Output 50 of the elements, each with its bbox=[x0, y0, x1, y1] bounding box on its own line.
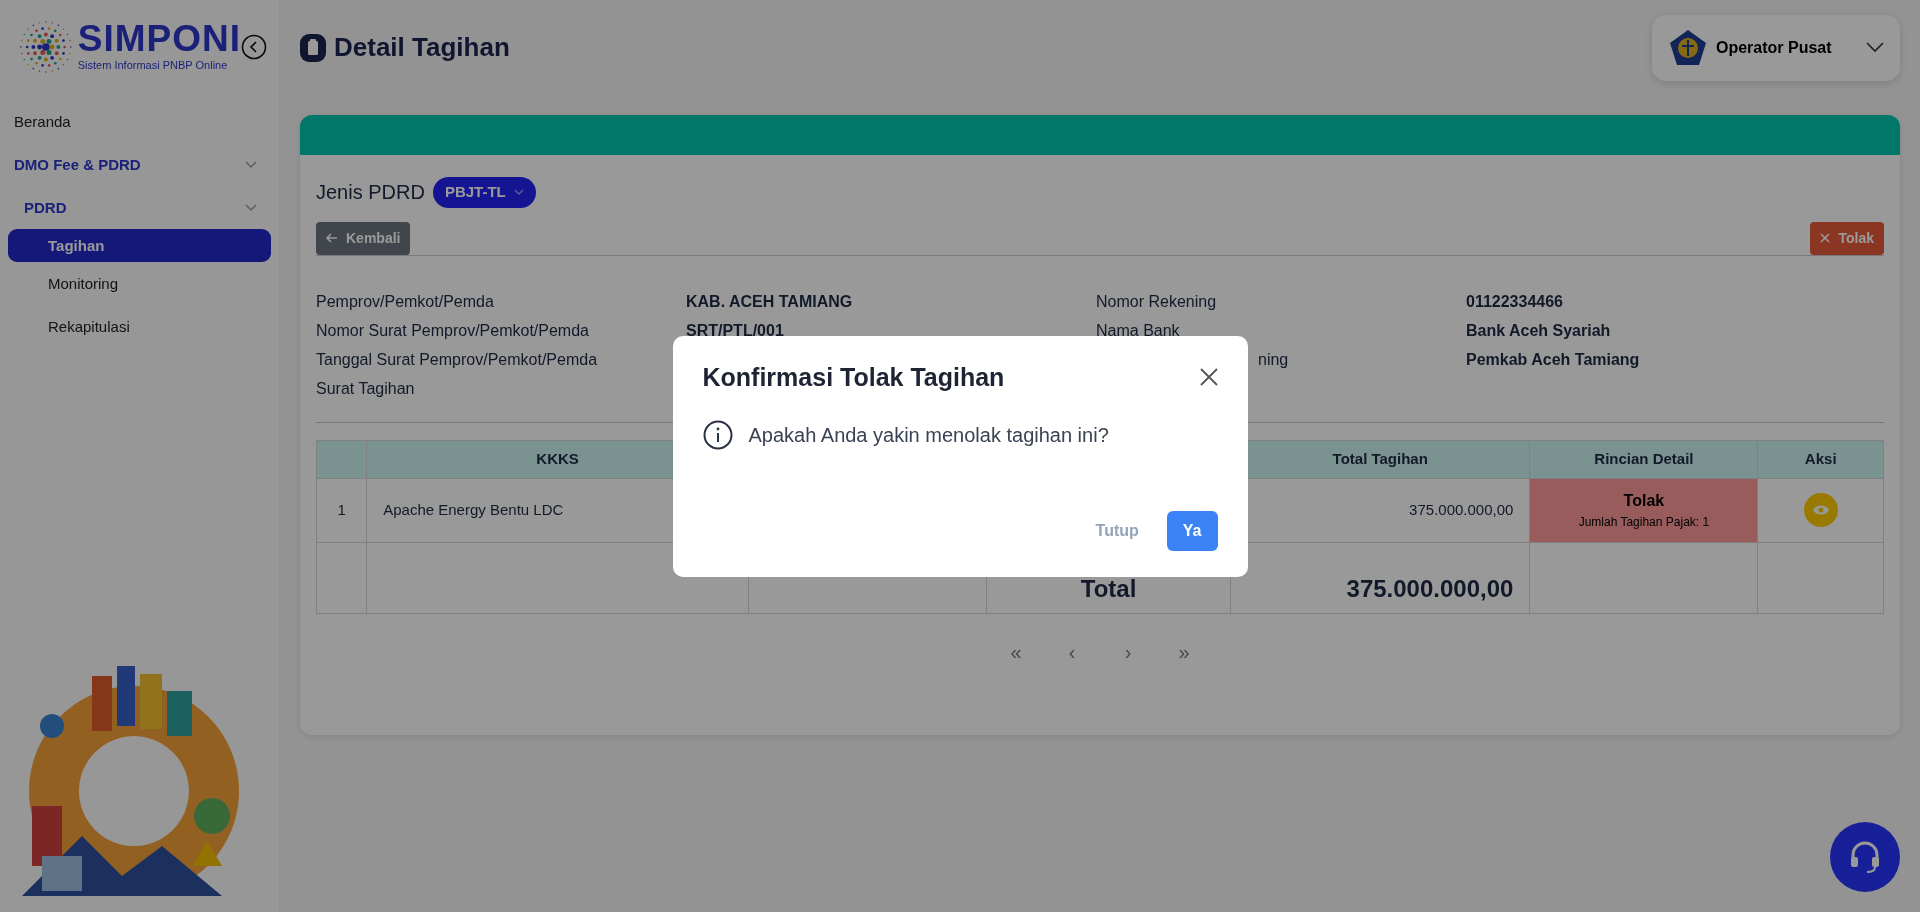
detail-value: SRT/PTL/001 bbox=[686, 320, 785, 341]
sidebar-item[interactable]: DMO Fee & PDRD bbox=[8, 143, 271, 186]
emblem-icon bbox=[1668, 27, 1708, 68]
column-header: Aksi bbox=[1757, 440, 1884, 478]
chevron-down-icon bbox=[1866, 42, 1884, 53]
sidebar-item[interactable]: Monitoring bbox=[8, 262, 271, 305]
column-header: Rincian Detail bbox=[1529, 440, 1758, 478]
info-icon bbox=[702, 419, 733, 450]
eye-icon bbox=[1811, 504, 1830, 516]
pagination-button[interactable]: › bbox=[1108, 635, 1148, 668]
logo-icon bbox=[18, 18, 74, 76]
caret-icon bbox=[513, 188, 524, 196]
user-name: Operator Pusat bbox=[1716, 37, 1832, 58]
chevron-down-icon bbox=[245, 161, 257, 170]
detail-label: Surat Tagihan bbox=[316, 378, 416, 399]
pagination-button[interactable]: ‹ bbox=[1052, 635, 1092, 668]
reject-button[interactable]: Tolak bbox=[1810, 221, 1884, 255]
row-number: 1 bbox=[316, 478, 367, 542]
sidebar-item[interactable]: Tagihan bbox=[8, 229, 271, 262]
dialog-message: Apakah Anda yakin menolak tagihan ini? bbox=[748, 422, 1109, 448]
jenis-dropdown[interactable]: PBJT-TL bbox=[432, 177, 536, 208]
arrow-left-icon bbox=[326, 233, 338, 243]
detail-label: Nomor Surat Pemprov/Pemkot/Pemda bbox=[316, 320, 590, 341]
dialog-title: Konfirmasi Tolak Tagihan bbox=[702, 361, 1005, 392]
chevron-down-icon bbox=[245, 204, 257, 213]
sidebar-item[interactable]: PDRD bbox=[8, 186, 271, 229]
logo-subtitle: Sistem Informasi PNBP Online bbox=[77, 58, 229, 74]
pagination-button[interactable]: « bbox=[996, 635, 1036, 668]
confirm-button[interactable]: Ya bbox=[1166, 510, 1218, 551]
user-menu[interactable]: Operator Pusat bbox=[1652, 14, 1900, 81]
status-cell: Tolak Jumlah Tagihan Pajak: 1 bbox=[1529, 478, 1758, 542]
sidebar-item[interactable]: Beranda bbox=[8, 100, 271, 143]
detail-label: Tanggal Surat Pemprov/Pemkot/Pemda bbox=[316, 349, 599, 370]
sidebar-item[interactable]: Rekapitulasi bbox=[8, 305, 271, 348]
detail-label: Nomor Rekening bbox=[1096, 291, 1218, 312]
logo-title: SIMPONI bbox=[77, 20, 241, 58]
detail-label: ning bbox=[1257, 349, 1290, 370]
pagination-button[interactable]: » bbox=[1164, 635, 1204, 668]
close-icon bbox=[1820, 233, 1831, 243]
clipboard-icon bbox=[300, 33, 326, 62]
collapse-sidebar-button[interactable] bbox=[241, 34, 267, 60]
back-button[interactable]: Kembali bbox=[316, 221, 411, 255]
detail-value: Pemkab Aceh Tamiang bbox=[1466, 349, 1641, 370]
detail-label: Pemprov/Pemkot/Pemda bbox=[316, 291, 495, 312]
detail-value: 01122334466 bbox=[1466, 291, 1564, 312]
detail-value: Bank Aceh Syariah bbox=[1466, 320, 1612, 341]
page-title: Detail Tagihan bbox=[334, 31, 510, 64]
jenis-label: Jenis PDRD bbox=[316, 180, 425, 206]
detail-label: Nama Bank bbox=[1096, 320, 1181, 341]
detail-value: KAB. ACEH TAMIANG bbox=[686, 291, 854, 312]
